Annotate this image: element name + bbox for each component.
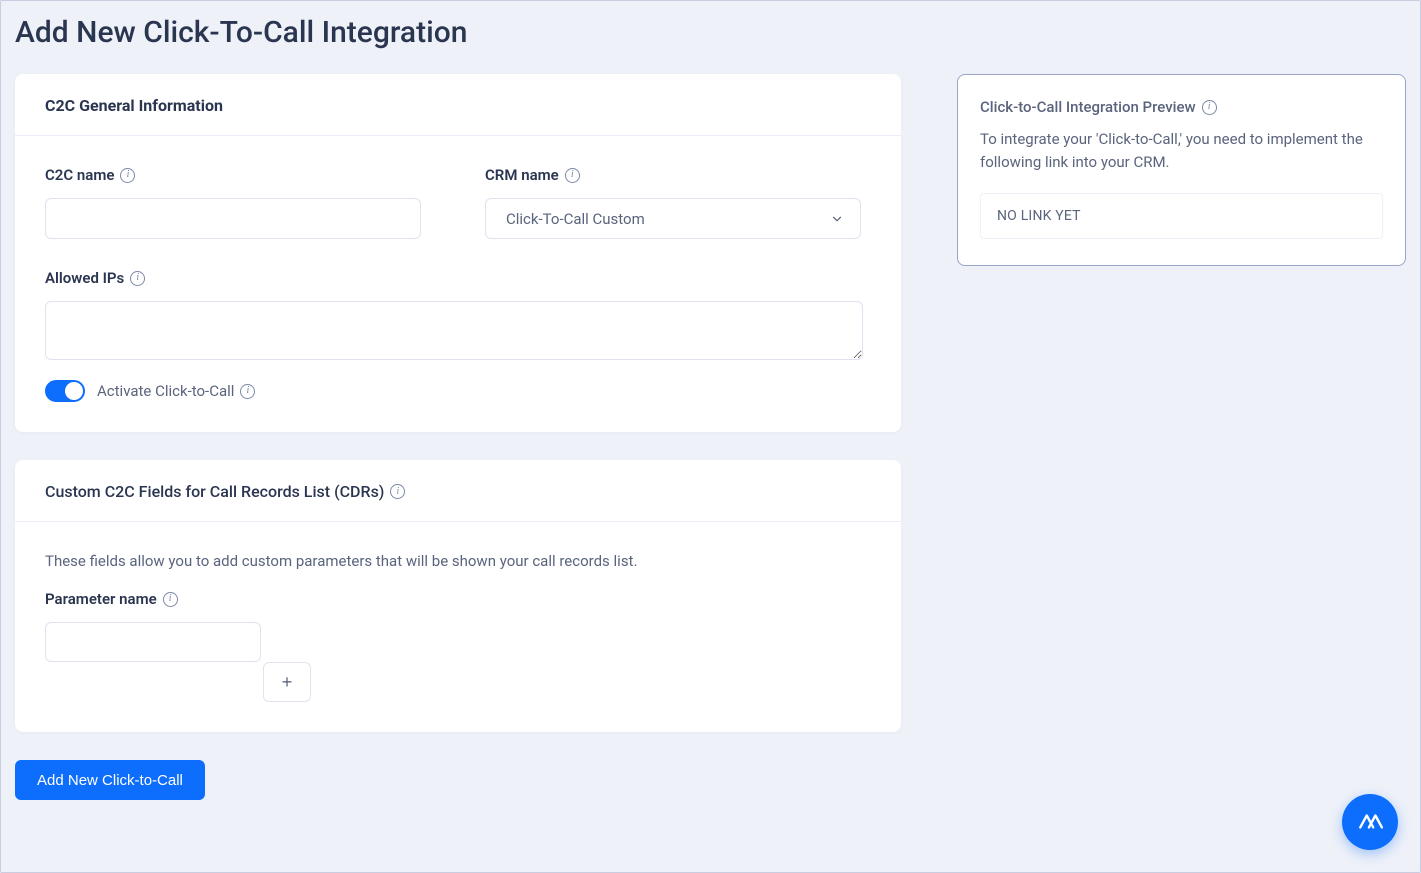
add-param-button[interactable]: + [263,662,311,702]
group-param: Parameter name i + [45,590,871,702]
info-icon[interactable]: i [120,168,135,183]
label-c2c-name: C2C name i [45,166,421,184]
page-title: Add New Click-To-Call Integration [15,15,1406,50]
info-icon[interactable]: i [240,384,255,399]
c2c-name-input[interactable] [45,198,421,239]
param-row: + [45,622,871,702]
activate-toggle-label-text: Activate Click-to-Call [97,382,234,400]
preview-title: Click-to-Call Integration Preview i [980,98,1217,116]
general-info-title: C2C General Information [45,96,223,115]
preview-link-box: NO LINK YET [980,193,1383,239]
general-info-body: C2C name i CRM name i Click-To-Cal [15,136,901,432]
group-c2c-name: C2C name i [45,166,421,239]
label-crm-name-text: CRM name [485,166,559,184]
custom-fields-desc: These fields allow you to add custom par… [45,552,871,570]
info-icon[interactable]: i [130,271,145,286]
label-c2c-name-text: C2C name [45,166,114,184]
submit-button[interactable]: Add New Click-to-Call [15,760,205,800]
page-root: Add New Click-To-Call Integration C2C Ge… [0,0,1421,873]
general-info-card: C2C General Information C2C name i [15,74,901,432]
help-fab[interactable] [1342,794,1398,850]
info-icon[interactable]: i [565,168,580,183]
right-column: Click-to-Call Integration Preview i To i… [957,74,1406,266]
custom-fields-title: Custom C2C Fields for Call Records List … [45,482,405,501]
group-allowed-ips: Allowed IPs i [45,269,871,360]
preview-text: To integrate your 'Click-to-Call,' you n… [980,128,1383,175]
activate-toggle-row: Activate Click-to-Call i [45,380,871,402]
activate-toggle[interactable] [45,380,85,402]
left-column: C2C General Information C2C name i [15,74,901,800]
preview-title-text: Click-to-Call Integration Preview [980,98,1196,116]
toggle-knob [65,382,83,400]
label-param-name-text: Parameter name [45,590,157,608]
label-allowed-ips-text: Allowed IPs [45,269,124,287]
custom-fields-header: Custom C2C Fields for Call Records List … [15,460,901,522]
chevron-down-icon [830,212,844,226]
info-icon[interactable]: i [1202,100,1217,115]
crm-name-selected: Click-To-Call Custom [506,210,645,228]
help-fab-icon [1357,809,1383,835]
allowed-ips-input[interactable] [45,301,863,360]
activate-toggle-label: Activate Click-to-Call i [97,382,255,400]
content: C2C General Information C2C name i [15,74,1406,800]
custom-fields-card: Custom C2C Fields for Call Records List … [15,460,901,732]
row-name-crm: C2C name i CRM name i Click-To-Cal [45,166,871,239]
general-info-header: C2C General Information [15,74,901,136]
label-param-name: Parameter name i [45,590,871,608]
label-allowed-ips: Allowed IPs i [45,269,871,287]
group-crm-name: CRM name i Click-To-Call Custom [485,166,861,239]
custom-fields-body: These fields allow you to add custom par… [15,522,901,732]
info-icon[interactable]: i [163,592,178,607]
label-crm-name: CRM name i [485,166,861,184]
custom-fields-title-text: Custom C2C Fields for Call Records List … [45,482,384,501]
param-name-input[interactable] [45,622,261,662]
crm-name-select[interactable]: Click-To-Call Custom [485,198,861,239]
preview-card: Click-to-Call Integration Preview i To i… [957,74,1406,266]
info-icon[interactable]: i [390,484,405,499]
